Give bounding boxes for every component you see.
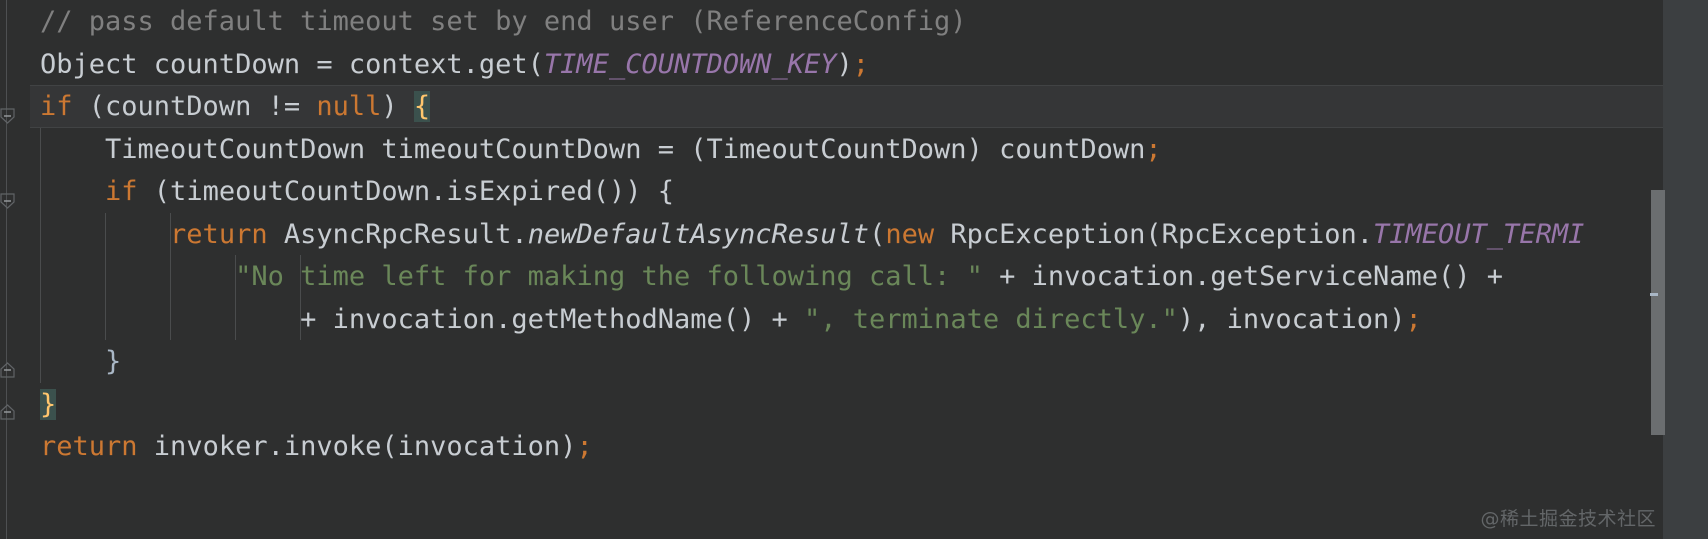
indent-guide <box>40 340 41 383</box>
code-token: RpcException(RpcException. <box>934 218 1374 250</box>
code-line-text: if (timeoutCountDown.isExpired()) { <box>40 171 1708 214</box>
code-token: // pass default timeout set by end user … <box>40 6 967 37</box>
indent-guide <box>300 297 301 340</box>
code-token: ; <box>1405 303 1422 335</box>
code-line-text: return invoker.invoke(invocation); <box>40 426 1708 469</box>
indent-guide <box>40 127 41 170</box>
indent-guide <box>40 170 41 213</box>
code-token: ; <box>852 48 870 80</box>
code-token: + invocation.getServiceName() + <box>982 261 1520 292</box>
indent-guide <box>105 212 106 255</box>
code-token: Object countDown = context.get( <box>40 48 544 80</box>
indent-guide <box>40 212 41 255</box>
code-token: return <box>170 218 268 250</box>
code-line[interactable]: return invoker.invoke(invocation); <box>0 425 1708 468</box>
gutter-rail <box>6 0 7 539</box>
code-token: (countDown != <box>72 91 317 122</box>
code-line-text: if (countDown != null) { <box>40 86 1708 129</box>
indent-guide <box>105 255 106 298</box>
indent-guide <box>40 297 41 340</box>
code-line[interactable]: // pass default timeout set by end user … <box>0 0 1708 43</box>
code-token: (timeoutCountDown.isExpired()) { <box>137 176 674 207</box>
vertical-scrollbar-track[interactable] <box>1663 0 1708 539</box>
code-token: ; <box>576 431 593 462</box>
code-token: TimeoutCountDown timeoutCountDown = (Tim… <box>40 133 1146 165</box>
indent-guide <box>235 297 236 340</box>
code-line[interactable]: "No time left for making the following c… <box>0 255 1708 298</box>
code-token: ", terminate directly." <box>804 303 1178 335</box>
code-token: AsyncRpcResult. <box>267 218 528 250</box>
code-token: } <box>40 388 57 420</box>
vertical-scrollbar-thumb[interactable] <box>1651 190 1665 435</box>
indent-guide <box>170 255 171 298</box>
code-token: TIME_COUNTDOWN_KEY <box>543 48 837 80</box>
code-line[interactable]: TimeoutCountDown timeoutCountDown = (Tim… <box>0 127 1708 172</box>
code-token: ), invocation) <box>1177 303 1406 335</box>
code-token: { <box>413 91 431 122</box>
code-token: ; <box>1145 133 1162 165</box>
code-content[interactable]: // pass default timeout set by end user … <box>0 0 1708 539</box>
code-token: invoker.invoke(invocation) <box>137 431 577 462</box>
code-token: if <box>105 176 138 207</box>
code-token: new <box>885 218 935 250</box>
code-token: } <box>105 346 122 377</box>
code-token: TIMEOUT_TERMI <box>1373 218 1585 250</box>
code-token: ) <box>381 91 414 122</box>
editor-gutter[interactable] <box>0 0 30 539</box>
code-line[interactable]: return AsyncRpcResult.newDefaultAsyncRes… <box>0 212 1708 257</box>
indent-guide <box>105 297 106 340</box>
code-line-text: Object countDown = context.get(TIME_COUN… <box>40 44 1708 87</box>
fold-expand-line-10-icon[interactable] <box>0 404 15 420</box>
code-line[interactable]: if (countDown != null) { <box>0 85 1708 128</box>
code-line-text: return AsyncRpcResult.newDefaultAsyncRes… <box>40 214 1708 257</box>
indent-guide <box>40 255 41 298</box>
code-token: newDefaultAsyncResult <box>527 218 870 250</box>
watermark: @稀土掘金技术社区 <box>1480 508 1656 530</box>
indent-guide <box>300 255 301 298</box>
code-line-text: "No time left for making the following c… <box>40 256 1708 299</box>
code-token: "No time left for making the following c… <box>235 261 983 292</box>
code-line[interactable]: } <box>0 340 1708 383</box>
code-line-text: TimeoutCountDown timeoutCountDown = (Tim… <box>40 129 1708 172</box>
code-token: null <box>316 91 382 122</box>
indent-guide <box>170 212 171 255</box>
fold-collapse-line-5-icon[interactable] <box>0 193 15 209</box>
code-token: + invocation.getMethodName() + <box>40 303 805 335</box>
code-line[interactable]: } <box>0 383 1708 426</box>
code-token: ( <box>869 218 886 250</box>
scrollbar-caret-marker <box>1650 293 1658 296</box>
code-line-text: } <box>40 384 1708 427</box>
code-line-text: } <box>40 341 1708 384</box>
indent-guide <box>235 255 236 298</box>
code-line-text: // pass default timeout set by end user … <box>40 1 1708 44</box>
code-editor: // pass default timeout set by end user … <box>0 0 1708 539</box>
fold-expand-line-9-icon[interactable] <box>0 362 15 378</box>
code-line[interactable]: + invocation.getMethodName() + ", termin… <box>0 297 1708 342</box>
fold-collapse-line-3-icon[interactable] <box>0 108 15 124</box>
code-token: return <box>40 431 138 462</box>
indent-guide <box>170 297 171 340</box>
code-token: if <box>40 91 73 122</box>
code-line[interactable]: if (timeoutCountDown.isExpired()) { <box>0 170 1708 213</box>
code-token: ) <box>836 48 853 80</box>
code-line[interactable]: Object countDown = context.get(TIME_COUN… <box>0 43 1708 86</box>
code-line-text: + invocation.getMethodName() + ", termin… <box>40 299 1708 342</box>
